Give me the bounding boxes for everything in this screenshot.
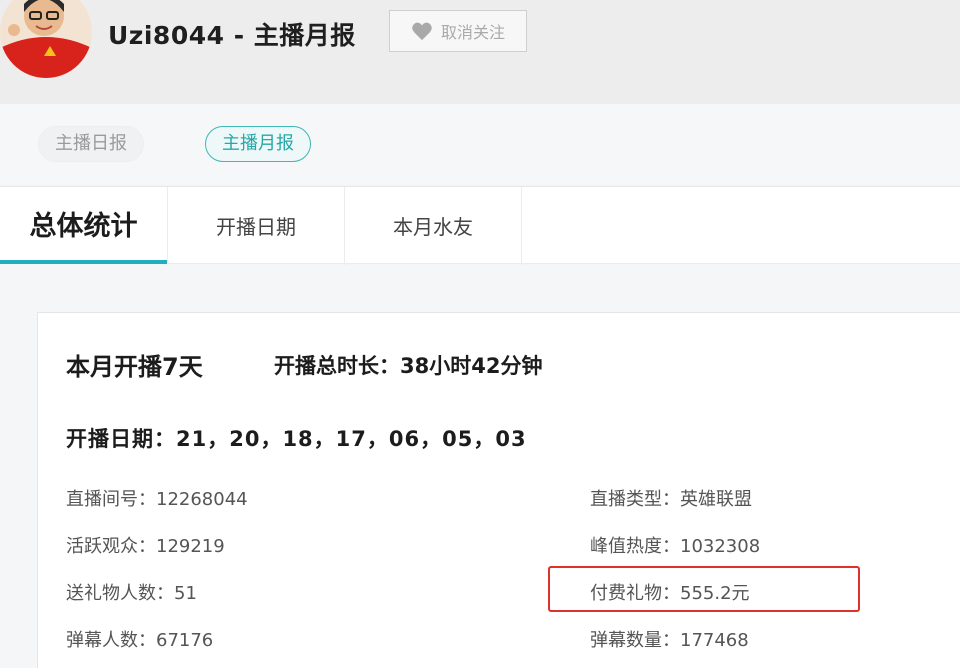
stream-dates-summary: 开播日期：21，20，18，17，06，05，03 [66, 427, 527, 451]
room-id-stat: 直播间号：12268044 [66, 489, 248, 510]
active-tab-indicator [0, 260, 167, 264]
category-stat: 直播类型：英雄联盟 [590, 489, 752, 510]
unfollow-button-label: 取消关注 [440, 23, 505, 42]
tab-divider [521, 187, 522, 265]
stats-card: 本月开播7天 开播总时长：38小时42分钟 开播日期：21，20，18，17，0… [37, 312, 960, 668]
paid-gifts-highlight [548, 566, 860, 612]
peak-heat-stat: 峰值热度：1032308 [590, 536, 761, 557]
report-type-switch: 主播日报 主播月报 [0, 104, 960, 184]
active-viewers-stat: 活跃观众：129219 [66, 536, 225, 557]
stream-days-summary: 本月开播7天 [66, 353, 203, 381]
avatar-image [0, 0, 92, 78]
monthly-report-tab[interactable]: 主播月报 [205, 126, 311, 162]
page-header: Uzi8044 - 主播月报 取消关注 [0, 0, 960, 104]
unfollow-button[interactable]: 取消关注 [389, 10, 527, 52]
tab-overall-stats[interactable]: 总体统计 [0, 187, 167, 265]
avatar[interactable] [0, 0, 92, 78]
stream-duration-summary: 开播总时长：38小时42分钟 [274, 354, 543, 378]
danmaku-users-stat: 弹幕人数：67176 [66, 630, 214, 651]
tab-stream-dates[interactable]: 开播日期 [168, 187, 344, 265]
main-tabs: 总体统计 开播日期 本月水友 [0, 186, 960, 265]
heart-icon [412, 22, 432, 41]
page-title: Uzi8044 - 主播月报 [108, 21, 356, 50]
tab-monthly-fans[interactable]: 本月水友 [345, 187, 521, 265]
gift-senders-stat: 送礼物人数：51 [66, 583, 197, 604]
danmaku-count-stat: 弹幕数量：177468 [590, 630, 749, 651]
daily-report-tab[interactable]: 主播日报 [38, 126, 144, 162]
